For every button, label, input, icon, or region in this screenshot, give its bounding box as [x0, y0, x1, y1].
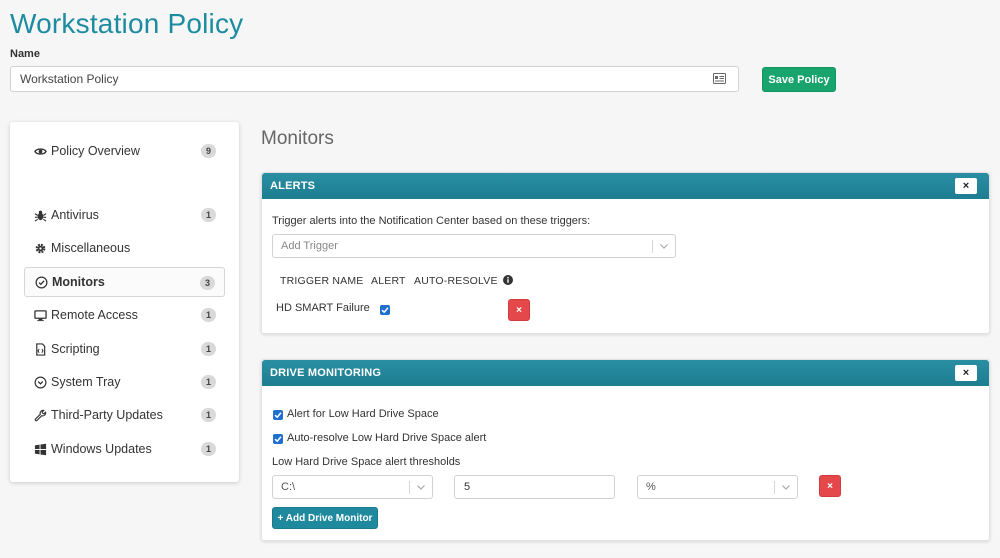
gear-icon	[33, 241, 47, 255]
count-badge: 3	[200, 276, 215, 290]
low-space-alert-checkbox[interactable]	[273, 410, 283, 420]
alerts-card-title: ALERTS	[270, 180, 316, 192]
count-badge: 1	[201, 308, 216, 322]
unit-select-value: %	[646, 481, 656, 493]
save-policy-button[interactable]: Save Policy	[762, 67, 836, 92]
select-separator	[409, 481, 410, 494]
name-label: Name	[10, 48, 40, 60]
add-trigger-select[interactable]: Add Trigger	[272, 234, 676, 258]
policy-name-value: Workstation Policy	[20, 72, 119, 86]
trigger-delete-button[interactable]: ×	[508, 299, 530, 321]
drive-select-value: C:\	[281, 481, 296, 493]
chevron-circle-icon	[33, 375, 47, 389]
add-drive-monitor-button[interactable]: + Add Drive Monitor	[272, 507, 378, 529]
info-icon[interactable]	[502, 275, 513, 285]
count-badge: 1	[201, 408, 216, 422]
sidebar-item-antivirus[interactable]: Antivirus 1	[24, 200, 225, 230]
monitor-icon	[33, 308, 47, 322]
column-header-trigger-name: TRIGGER NAME	[280, 275, 364, 287]
count-badge: 1	[201, 442, 216, 456]
alerts-card: ALERTS × Trigger alerts into the Notific…	[261, 172, 990, 334]
drive-monitoring-card: DRIVE MONITORING × Alert for Low Hard Dr…	[261, 359, 990, 541]
chevron-down-icon	[782, 485, 790, 490]
wrench-icon	[33, 408, 47, 422]
select-separator	[774, 481, 775, 494]
sidebar-item-miscellaneous[interactable]: Miscellaneous	[24, 233, 225, 263]
sidebar-item-windows-updates[interactable]: Windows Updates 1	[24, 434, 225, 464]
sidebar-item-label: Antivirus	[51, 208, 99, 222]
count-badge: 1	[201, 208, 216, 222]
drive-monitoring-card-title: DRIVE MONITORING	[270, 367, 382, 379]
drive-monitor-delete-button[interactable]: ×	[819, 475, 841, 497]
sidebar-item-label: Remote Access	[51, 308, 138, 322]
sidebar-item-scripting[interactable]: Scripting 1	[24, 334, 225, 364]
column-header-alert: ALERT	[371, 275, 406, 287]
eye-icon	[33, 144, 47, 158]
low-space-alert-label: Alert for Low Hard Drive Space	[287, 408, 439, 420]
sidebar-item-label: Policy Overview	[51, 144, 140, 158]
thresholds-label: Low Hard Drive Space alert thresholds	[272, 456, 461, 468]
id-card-icon	[713, 73, 726, 84]
auto-resolve-checkbox[interactable]	[273, 434, 283, 444]
windows-icon	[33, 442, 47, 456]
sidebar-item-system-tray[interactable]: System Tray 1	[24, 367, 225, 397]
add-trigger-placeholder: Add Trigger	[281, 240, 338, 252]
trigger-alert-checkbox[interactable]	[380, 305, 390, 315]
sidebar-item-monitors[interactable]: Monitors 3	[24, 267, 225, 297]
column-header-auto-resolve: AUTO-RESOLVE	[414, 275, 513, 287]
chevron-down-icon	[660, 244, 668, 249]
sidebar-item-label: Monitors	[52, 275, 105, 289]
sidebar-item-policy-overview[interactable]: Policy Overview 9	[24, 136, 225, 166]
check-circle-icon	[34, 275, 48, 289]
drive-monitoring-card-header: DRIVE MONITORING ×	[262, 360, 989, 386]
script-file-icon	[33, 342, 47, 356]
page-title: Workstation Policy	[10, 8, 244, 39]
count-badge: 1	[201, 375, 216, 389]
sidebar-item-remote-access[interactable]: Remote Access 1	[24, 300, 225, 330]
column-header-auto-resolve-label: AUTO-RESOLVE	[414, 275, 498, 287]
auto-resolve-label: Auto-resolve Low Hard Drive Space alert	[287, 432, 487, 444]
count-badge: 9	[201, 144, 216, 158]
sidebar-item-label: Miscellaneous	[51, 241, 131, 255]
sidebar-item-third-party-updates[interactable]: Third-Party Updates 1	[24, 400, 225, 430]
policy-sidebar: Policy Overview 9 Antivirus 1 Miscellane…	[10, 122, 239, 482]
sidebar-item-label: Third-Party Updates	[51, 408, 163, 422]
unit-select[interactable]: %	[637, 475, 798, 499]
bug-icon	[33, 208, 47, 222]
sidebar-item-label: Scripting	[51, 342, 100, 356]
checkmark-icon	[274, 412, 282, 419]
drive-select[interactable]: C:\	[272, 475, 433, 499]
threshold-value: 5	[464, 481, 471, 493]
drive-monitoring-close-button[interactable]: ×	[955, 365, 977, 381]
checkmark-icon	[274, 436, 282, 443]
trigger-row-name: HD SMART Failure	[276, 302, 370, 314]
chevron-down-icon	[417, 485, 425, 490]
alerts-card-header: ALERTS ×	[262, 173, 989, 199]
policy-name-input[interactable]: Workstation Policy	[10, 66, 739, 92]
count-badge: 1	[201, 342, 216, 356]
checkmark-icon	[381, 307, 389, 314]
select-separator	[652, 240, 653, 253]
section-title: Monitors	[261, 128, 334, 149]
sidebar-item-label: System Tray	[51, 375, 121, 389]
threshold-input[interactable]: 5	[454, 475, 615, 499]
alerts-close-button[interactable]: ×	[955, 178, 977, 194]
alerts-description: Trigger alerts into the Notification Cen…	[272, 215, 591, 227]
sidebar-item-label: Windows Updates	[51, 442, 152, 456]
